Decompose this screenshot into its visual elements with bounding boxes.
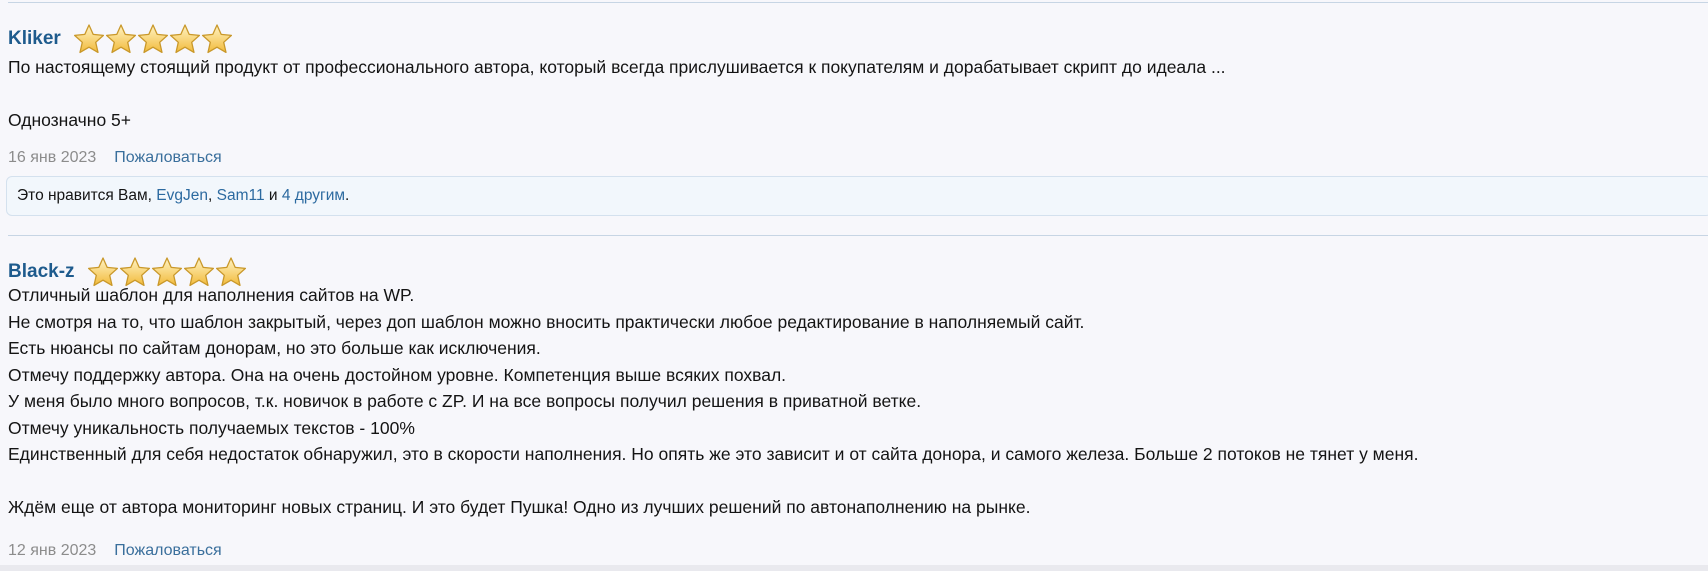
- likes-prefix: Это нравится Вам,: [17, 187, 157, 204]
- liker-link-evgjen[interactable]: EvgJen: [156, 187, 208, 205]
- review-meta: 12 янв 2023 Пожаловаться: [8, 542, 222, 560]
- likes-separator: ,: [208, 187, 217, 204]
- review-item: Black-z Отличный шаблон для наполнения с…: [8, 235, 1708, 571]
- star-icon: [201, 24, 232, 54]
- likes-others-link[interactable]: 4 другим: [282, 187, 345, 205]
- likes-conjunction: и: [264, 187, 282, 204]
- review-header: Kliker: [8, 21, 233, 57]
- review-text: По настоящему стоящий продукт от професс…: [8, 57, 1226, 130]
- review-author-link[interactable]: Kliker: [8, 28, 61, 50]
- review-item: Kliker По настоящему стоящий продукт от …: [6, 2, 1708, 217]
- review-author-link[interactable]: Black-z: [8, 261, 75, 283]
- star-icon: [169, 24, 200, 54]
- liker-link-sam11[interactable]: Sam11: [217, 187, 265, 205]
- likes-suffix: .: [345, 187, 350, 204]
- reviews-page: Kliker По настоящему стоящий продукт от …: [0, 0, 1708, 571]
- report-link[interactable]: Пожаловаться: [114, 542, 221, 560]
- page-bottom-edge: [0, 565, 1708, 571]
- rating-stars: [73, 23, 233, 55]
- review-meta: 16 янв 2023 Пожаловаться: [8, 149, 222, 167]
- star-icon: [105, 24, 136, 54]
- star-icon: [73, 24, 104, 54]
- report-link[interactable]: Пожаловаться: [114, 149, 221, 167]
- likes-summary: Это нравится Вам, EvgJen , Sam11 и 4 дру…: [6, 176, 1708, 216]
- review-text: Отличный шаблон для наполнения сайтов на…: [8, 285, 1419, 517]
- star-icon: [137, 24, 168, 54]
- review-date: 12 янв 2023: [8, 542, 97, 559]
- review-date: 16 янв 2023: [8, 149, 97, 166]
